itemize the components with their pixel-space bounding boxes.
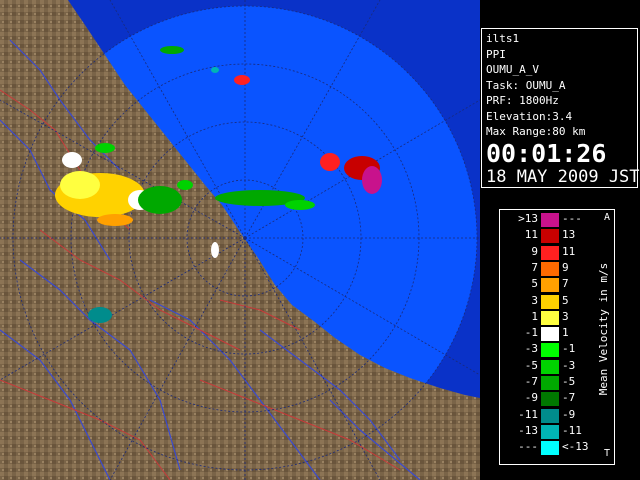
legend-row: -13 -11 bbox=[500, 423, 600, 439]
legend-swatch bbox=[541, 310, 559, 325]
legend-swatch bbox=[541, 294, 559, 309]
scan-date: 18 MAY 2009 JST bbox=[486, 166, 640, 187]
echo-white bbox=[62, 152, 82, 168]
legend-lower-bound: --- bbox=[518, 440, 538, 454]
legend-upper-bound: --- bbox=[562, 212, 582, 225]
legend-swatch bbox=[541, 408, 559, 423]
legend-upper-bound: 7 bbox=[562, 277, 569, 291]
legend-row: -9 -7 bbox=[500, 391, 600, 407]
echo-red-3 bbox=[234, 75, 250, 85]
legend-upper-bound: -1 bbox=[562, 342, 576, 356]
velocity-legend: >13 --- 11 13 9 11 7 9 5 7 3 5 1 3 -1 1 -3 -1 -5 -3 -7 -5 -9 -7… bbox=[499, 209, 615, 465]
legend-row: -5 -3 bbox=[500, 358, 600, 374]
legend-upper-bound: -11 bbox=[562, 423, 582, 437]
legend-title-text: Mean Velocity in m/s bbox=[597, 262, 610, 396]
legend-swatch bbox=[541, 359, 559, 374]
legend-lower-bound: -7 bbox=[524, 375, 538, 388]
legend-lower-bound: 1 bbox=[531, 309, 538, 323]
legend-row: 57 bbox=[500, 277, 600, 293]
legend-swatch bbox=[541, 376, 559, 390]
legend-title: Mean Velocity in m/s bbox=[597, 234, 611, 424]
legend-upper-bound: 3 bbox=[562, 309, 569, 323]
task-name: Task: OUMU_A bbox=[486, 78, 566, 92]
legend-lower-bound: -1 bbox=[524, 326, 538, 340]
legend-lower-bound: >13 bbox=[518, 212, 538, 225]
legend-lower-bound: 3 bbox=[531, 293, 538, 307]
echo-orange bbox=[97, 214, 133, 226]
legend-lower-bound: -5 bbox=[524, 358, 538, 372]
echo-light-yellow bbox=[60, 171, 100, 199]
legend-upper-bound: <-13 bbox=[562, 440, 589, 454]
elevation-value: Elevation:3.4 bbox=[486, 109, 573, 123]
legend-lower-bound: 5 bbox=[531, 277, 538, 291]
echo-cyan-2 bbox=[211, 67, 219, 73]
legend-swatch bbox=[541, 229, 559, 244]
legend-upper-bound: 13 bbox=[562, 228, 576, 242]
legend-row: -7 -5 bbox=[500, 375, 600, 390]
legend-upper-bound: -7 bbox=[562, 391, 576, 405]
legend-lower-bound: -3 bbox=[524, 342, 538, 356]
legend-row: 35 bbox=[500, 293, 600, 309]
radar-ppi-map bbox=[0, 0, 480, 480]
legend-swatch bbox=[541, 343, 559, 358]
legend-swatch bbox=[541, 392, 559, 407]
legend-swatch bbox=[541, 424, 559, 439]
echo-magenta bbox=[362, 166, 382, 194]
legend-lower-bound: 9 bbox=[531, 244, 538, 258]
echo-green-6 bbox=[160, 46, 184, 54]
radar-info-panel: ilts1 PPI OUMU_A_V Task: OUMU_A PRF: 180… bbox=[481, 28, 640, 188]
legend-row: 13 bbox=[500, 309, 600, 325]
legend-upper-bound: -5 bbox=[562, 375, 576, 388]
legend-lower-bound: -13 bbox=[518, 423, 538, 437]
prf-value: PRF: 1800Hz bbox=[486, 94, 559, 107]
echo-green bbox=[138, 186, 182, 214]
legend-lower-bound: 11 bbox=[524, 228, 538, 242]
legend-upper-bound: -9 bbox=[562, 407, 576, 421]
echo-red bbox=[320, 153, 340, 171]
legend-swatch bbox=[541, 245, 559, 260]
legend-lower-bound: -11 bbox=[518, 407, 538, 421]
legend-row: 79 bbox=[500, 260, 600, 276]
legend-lower-bound: 7 bbox=[531, 260, 538, 274]
radar-name: ilts1 bbox=[486, 32, 520, 45]
legend-lower-bound: -9 bbox=[524, 391, 538, 405]
scan-time: 00:01:26 bbox=[486, 138, 607, 168]
legend-swatch bbox=[541, 261, 559, 276]
legend-upper-bound: 5 bbox=[562, 293, 569, 307]
echo-green-5 bbox=[95, 143, 115, 153]
legend-swatch bbox=[541, 441, 559, 456]
legend-swatch bbox=[541, 213, 559, 227]
legend-corner-top: A bbox=[604, 212, 611, 223]
echo-green-2 bbox=[177, 180, 193, 190]
legend-row: -1 1 bbox=[500, 326, 600, 342]
legend-upper-bound: 9 bbox=[562, 260, 569, 274]
legend-swatch bbox=[541, 278, 559, 293]
legend-upper-bound: 11 bbox=[562, 244, 576, 258]
legend-row: >13 --- bbox=[500, 212, 600, 227]
echo-white-3 bbox=[211, 242, 219, 258]
legend-swatch bbox=[541, 327, 559, 342]
legend-row: -3 -1 bbox=[500, 342, 600, 358]
legend-row: -11 -9 bbox=[500, 407, 600, 423]
product-name: OUMU_A_V bbox=[486, 63, 539, 76]
legend-corner-bottom: T bbox=[604, 448, 611, 459]
legend-upper-bound: 1 bbox=[562, 326, 569, 340]
legend-row: --- <-13 bbox=[500, 440, 600, 456]
echo-cyan bbox=[88, 307, 112, 323]
legend-row: 11 13 bbox=[500, 228, 600, 244]
legend-row: 9 11 bbox=[500, 244, 600, 260]
legend-upper-bound: -3 bbox=[562, 358, 576, 372]
echo-green-4 bbox=[285, 200, 315, 210]
scan-type: PPI bbox=[486, 47, 506, 61]
max-range-value: Max Range:80 km bbox=[486, 125, 586, 138]
